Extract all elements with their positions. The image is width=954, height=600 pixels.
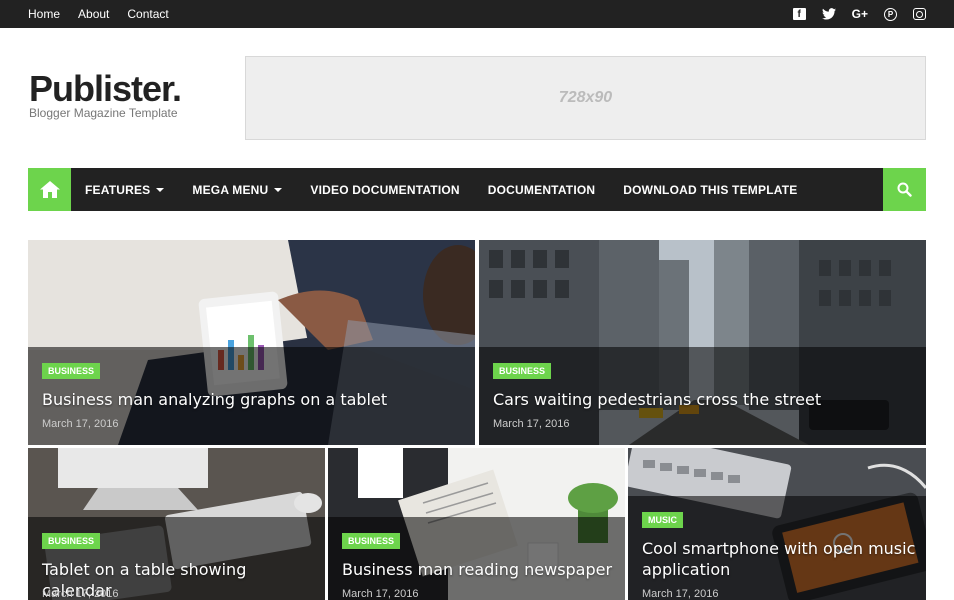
post-title[interactable]: Cars waiting pedestrians cross the stree… [493, 389, 913, 410]
post-title[interactable]: Business man reading newspaper [342, 559, 617, 580]
category-badge[interactable]: BUSINESS [493, 363, 552, 379]
category-badge[interactable]: MUSIC [642, 512, 683, 528]
post-date: March 17, 2016 [42, 418, 119, 430]
home-button[interactable] [28, 168, 71, 211]
logo-title: Publister. [29, 68, 182, 109]
post-card[interactable]: BUSINESS Tablet on a table showing calen… [28, 448, 325, 600]
pinterest-icon[interactable]: P [884, 7, 897, 21]
post-card[interactable]: MUSIC Cool smartphone with open music ap… [628, 448, 926, 600]
post-date: March 17, 2016 [342, 588, 419, 600]
top-bar: Home About Contact f G+ P [0, 0, 954, 28]
google-plus-icon[interactable]: G+ [852, 7, 868, 21]
instagram-icon[interactable] [913, 8, 926, 20]
header-ad-banner[interactable]: 728x90 [245, 56, 926, 140]
chevron-down-icon [156, 187, 165, 192]
post-date: March 17, 2016 [642, 588, 719, 600]
social-links: f G+ P [792, 0, 926, 28]
twitter-icon[interactable] [821, 8, 836, 21]
top-nav: Home About Contact [28, 0, 169, 28]
post-date: March 17, 2016 [42, 588, 119, 600]
menu-item-label: VIDEO DOCUMENTATION [310, 182, 460, 197]
ad-size-label: 728x90 [558, 89, 613, 106]
chevron-down-icon [274, 187, 283, 192]
menu-item-label: DOWNLOAD THIS TEMPLATE [623, 182, 798, 197]
menu-items: FEATURES MEGA MENU VIDEO DOCUMENTATION D… [71, 168, 811, 211]
menu-item-mega-menu[interactable]: MEGA MENU [178, 183, 296, 197]
menu-item-label: FEATURES [85, 182, 151, 197]
main-menu: FEATURES MEGA MENU VIDEO DOCUMENTATION D… [28, 168, 926, 211]
category-badge[interactable]: BUSINESS [42, 533, 101, 549]
top-nav-about-link[interactable]: About [78, 7, 109, 21]
post-date: March 17, 2016 [493, 418, 570, 430]
post-title[interactable]: Cool smartphone with open music applicat… [642, 538, 917, 580]
top-nav-home-link[interactable]: Home [28, 7, 60, 21]
category-badge[interactable]: BUSINESS [42, 363, 101, 379]
menu-item-download-template[interactable]: DOWNLOAD THIS TEMPLATE [609, 183, 811, 197]
menu-item-features[interactable]: FEATURES [71, 183, 178, 197]
post-card[interactable]: BUSINESS Business man analyzing graphs o… [28, 240, 475, 445]
menu-item-label: DOCUMENTATION [487, 182, 596, 197]
logo-tagline: Blogger Magazine Template [29, 106, 178, 120]
search-icon [897, 182, 912, 197]
menu-item-label: MEGA MENU [192, 182, 269, 197]
search-button[interactable] [883, 168, 926, 211]
category-badge[interactable]: BUSINESS [342, 533, 401, 549]
post-card[interactable]: BUSINESS Business man reading newspaper … [328, 448, 625, 600]
menu-item-documentation[interactable]: DOCUMENTATION [474, 183, 609, 197]
top-nav-contact-link[interactable]: Contact [127, 7, 168, 21]
facebook-icon[interactable]: f [792, 8, 806, 20]
home-icon [39, 181, 60, 198]
post-title[interactable]: Business man analyzing graphs on a table… [42, 389, 462, 410]
menu-item-video-documentation[interactable]: VIDEO DOCUMENTATION [296, 183, 473, 197]
post-card[interactable]: BUSINESS Cars waiting pedestrians cross … [479, 240, 926, 445]
site-logo[interactable]: Publister. Blogger Magazine Template [29, 68, 182, 121]
